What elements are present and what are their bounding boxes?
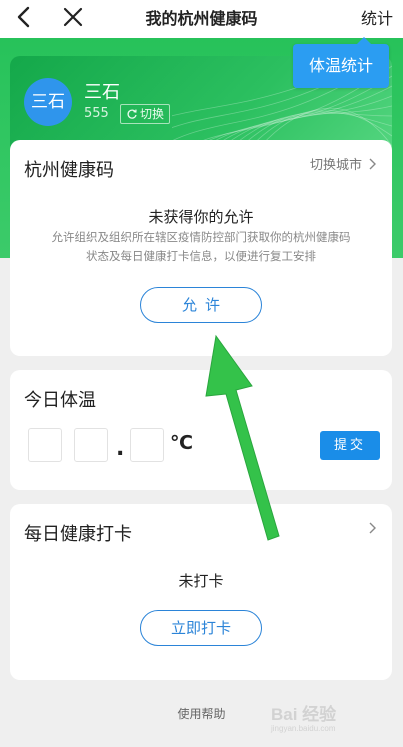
watermark-brand: Bai 经验 [271,704,337,724]
chevron-right-icon [369,158,376,169]
switch-user-label: 切换 [140,107,165,121]
chevron-right-icon[interactable] [368,522,376,534]
nav-bar: 我的杭州健康码 统计 [0,0,403,38]
checkin-status: 未打卡 [178,572,224,590]
page-title: 我的杭州健康码 [145,9,258,28]
switch-city-link[interactable]: 切换城市 [310,154,376,173]
temperature-digit-input[interactable] [28,428,62,462]
temperature-decimal-input[interactable] [130,428,164,462]
celsius-unit: ℃ [170,432,194,454]
temperature-digit-input[interactable] [74,428,108,462]
temperature-card: 今日体温 . ℃ 提交 [10,370,392,490]
switch-user-button[interactable]: 切换 [120,104,171,124]
checkin-title: 每日健康打卡 [24,524,132,545]
temperature-title: 今日体温 [24,390,96,411]
permission-desc-line: 状态及每日健康打卡信息，以便进行复工安排 [86,249,316,263]
temperature-stats-tooltip[interactable]: 体温统计 [293,37,389,88]
avatar: 三石 [24,78,72,126]
stats-link[interactable]: 统计 [361,5,393,29]
submit-button[interactable]: 提交 [320,431,380,460]
checkin-button[interactable]: 立即打卡 [140,610,262,646]
decimal-point: . [116,436,125,461]
refresh-icon [127,109,137,119]
watermark-url: jingyan.baidu.com [270,724,336,733]
permission-desc-line: 允许组织及组织所在辖区疫情防控部门获取你的杭州健康码 [51,230,351,244]
health-code-card: 杭州健康码 切换城市 未获得你的允许 允许组织及组织所在辖区疫情防控部门获取你的… [10,140,392,356]
permission-description: 允许组织及组织所在辖区疫情防控部门获取你的杭州健康码 状态及每日健康打卡信息，以… [30,228,372,266]
daily-checkin-card: 每日健康打卡 未打卡 立即打卡 [10,504,392,680]
health-code-title: 杭州健康码 [24,160,114,181]
user-id: 555 [84,106,109,121]
baidu-jingyan-watermark: Bai 经验 jingyan.baidu.com [269,700,381,734]
user-name: 三石 [84,82,120,103]
switch-city-label: 切换城市 [309,158,362,173]
permission-heading: 未获得你的允许 [148,208,254,226]
allow-button[interactable]: 允许 [140,287,262,323]
